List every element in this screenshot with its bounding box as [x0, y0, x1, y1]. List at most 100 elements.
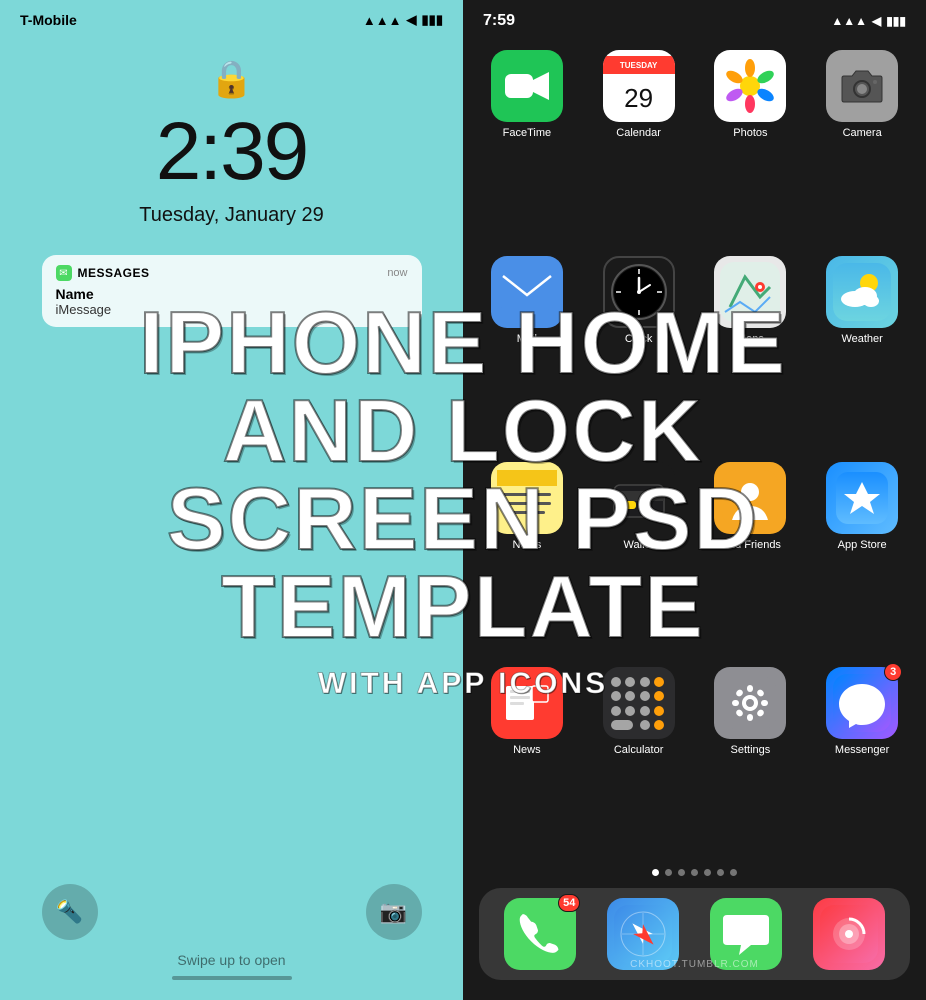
- camera-icon-wrap: [826, 50, 898, 122]
- app-calendar[interactable]: Tuesday 29 Calendar: [591, 50, 687, 240]
- notif-time: now: [387, 267, 407, 279]
- lock-bottom: 🔦 📷 Swipe up to open: [0, 884, 463, 1000]
- app-app-store[interactable]: App Store: [814, 462, 910, 652]
- weather-label: Weather: [841, 333, 882, 345]
- app-find-friends[interactable]: Find Friends: [703, 462, 799, 652]
- settings-icon-wrap: [714, 667, 786, 739]
- wallet-icon-wrap: [603, 462, 675, 534]
- home-status-bar: 7:59 ▲▲▲ ◀ ▮▮▮: [463, 0, 926, 30]
- notif-app-info: ✉ Messages: [56, 265, 150, 281]
- maps-icon-wrap: [714, 256, 786, 328]
- app-calculator[interactable]: Calculator: [591, 667, 687, 857]
- calendar-icon: Tuesday 29: [603, 50, 675, 122]
- phone-badge: 54: [558, 894, 580, 912]
- find-friends-label: Find Friends: [720, 539, 781, 551]
- app-news[interactable]: News: [479, 667, 575, 857]
- app-weather[interactable]: Weather: [814, 256, 910, 446]
- home-time: 7:59: [483, 12, 515, 30]
- app-photos[interactable]: Photos: [703, 50, 799, 240]
- app-mail[interactable]: Mail: [479, 256, 575, 446]
- photos-icon: [714, 50, 786, 122]
- weather-icon-wrap: [826, 256, 898, 328]
- app-camera[interactable]: Camera: [814, 50, 910, 240]
- calculator-label: Calculator: [614, 744, 664, 756]
- notification-header: ✉ Messages now: [56, 265, 408, 281]
- find-friends-icon: [714, 462, 786, 534]
- app-store-label: App Store: [838, 539, 887, 551]
- facetime-label: FaceTime: [503, 127, 552, 139]
- app-grid: FaceTime Tuesday 29 Calendar: [463, 30, 926, 857]
- battery-icon: ▮▮▮: [422, 12, 443, 28]
- home-wifi-icon: ◀: [872, 14, 881, 28]
- clock-label: Clock: [625, 333, 653, 345]
- maps-icon: [714, 256, 786, 328]
- clock-icon: [603, 256, 675, 328]
- calculator-icon-wrap: [603, 667, 675, 739]
- app-maps[interactable]: Maps: [703, 256, 799, 446]
- news-label: News: [513, 744, 541, 756]
- mail-label: Mail: [517, 333, 537, 345]
- lock-status-bar: T-Mobile ▲▲▲ ◀ ▮▮▮: [0, 0, 463, 28]
- signal-icon: ▲▲▲: [363, 13, 402, 28]
- messenger-label: Messenger: [835, 744, 889, 756]
- lock-date: Tuesday, January 29: [139, 204, 324, 227]
- photos-icon-wrap: [714, 50, 786, 122]
- page-dots: [463, 857, 926, 888]
- dot-1: [652, 869, 659, 876]
- settings-label: Settings: [731, 744, 771, 756]
- app-clock[interactable]: Clock: [591, 256, 687, 446]
- app-store-icon: [826, 462, 898, 534]
- music-icon-wrap: [813, 898, 885, 970]
- notif-app-icon: ✉: [56, 265, 72, 281]
- app-notes[interactable]: Notes: [479, 462, 575, 652]
- wallet-label: Wallet: [624, 539, 654, 551]
- calculator-icon: [603, 667, 675, 739]
- calendar-icon-wrap: Tuesday 29: [603, 50, 675, 122]
- app-messenger[interactable]: 3 Messenger: [814, 667, 910, 857]
- home-signal-icon: ▲▲▲: [831, 14, 867, 28]
- photos-label: Photos: [733, 127, 767, 139]
- find-friends-icon-wrap: [714, 462, 786, 534]
- dot-2: [665, 869, 672, 876]
- dot-4: [691, 869, 698, 876]
- home-status-icons: ▲▲▲ ◀ ▮▮▮: [831, 14, 906, 28]
- home-indicator: [172, 976, 292, 980]
- app-wallet[interactable]: Wallet: [591, 462, 687, 652]
- notification-card[interactable]: ✉ Messages now Name iMessage: [42, 255, 422, 327]
- facetime-icon: [491, 50, 563, 122]
- lock-time: 2:39: [156, 105, 308, 199]
- notes-label: Notes: [513, 539, 542, 551]
- flashlight-button[interactable]: 🔦: [42, 884, 98, 940]
- messenger-badge: 3: [884, 663, 902, 681]
- dock-phone[interactable]: 54: [504, 898, 576, 970]
- app-settings[interactable]: Settings: [703, 667, 799, 857]
- swipe-up-label: Swipe up to open: [177, 952, 285, 968]
- app-store-icon-wrap: [826, 462, 898, 534]
- lock-padlock-icon: 🔒: [209, 58, 254, 100]
- camera-quick-button[interactable]: 📷: [366, 884, 422, 940]
- phone-icon-wrap: 54: [504, 898, 576, 970]
- lock-screen: T-Mobile ▲▲▲ ◀ ▮▮▮ 🔒 2:39 Tuesday, Janua…: [0, 0, 463, 1000]
- lock-carrier: T-Mobile: [20, 12, 77, 28]
- app-facetime[interactable]: FaceTime: [479, 50, 575, 240]
- dock-music[interactable]: [813, 898, 885, 970]
- dot-6: [717, 869, 724, 876]
- home-screen: 7:59 ▲▲▲ ◀ ▮▮▮ FaceTime Tuesday: [463, 0, 926, 1000]
- settings-icon: [714, 667, 786, 739]
- dot-3: [678, 869, 685, 876]
- notes-icon: [491, 462, 563, 534]
- lock-status-icons: ▲▲▲ ◀ ▮▮▮: [363, 12, 443, 28]
- notif-sender: Name: [56, 286, 408, 302]
- facetime-icon-wrap: [491, 50, 563, 122]
- notif-app-name: Messages: [78, 266, 150, 280]
- clock-icon-wrap: [603, 256, 675, 328]
- notes-icon-wrap: [491, 462, 563, 534]
- home-battery-icon: ▮▮▮: [886, 14, 906, 28]
- dot-5: [704, 869, 711, 876]
- maps-label: Maps: [737, 333, 764, 345]
- lock-quick-actions: 🔦 📷: [42, 884, 422, 940]
- notif-message: iMessage: [56, 302, 408, 317]
- dot-7: [730, 869, 737, 876]
- news-icon: [491, 667, 563, 739]
- mail-icon: [491, 256, 563, 328]
